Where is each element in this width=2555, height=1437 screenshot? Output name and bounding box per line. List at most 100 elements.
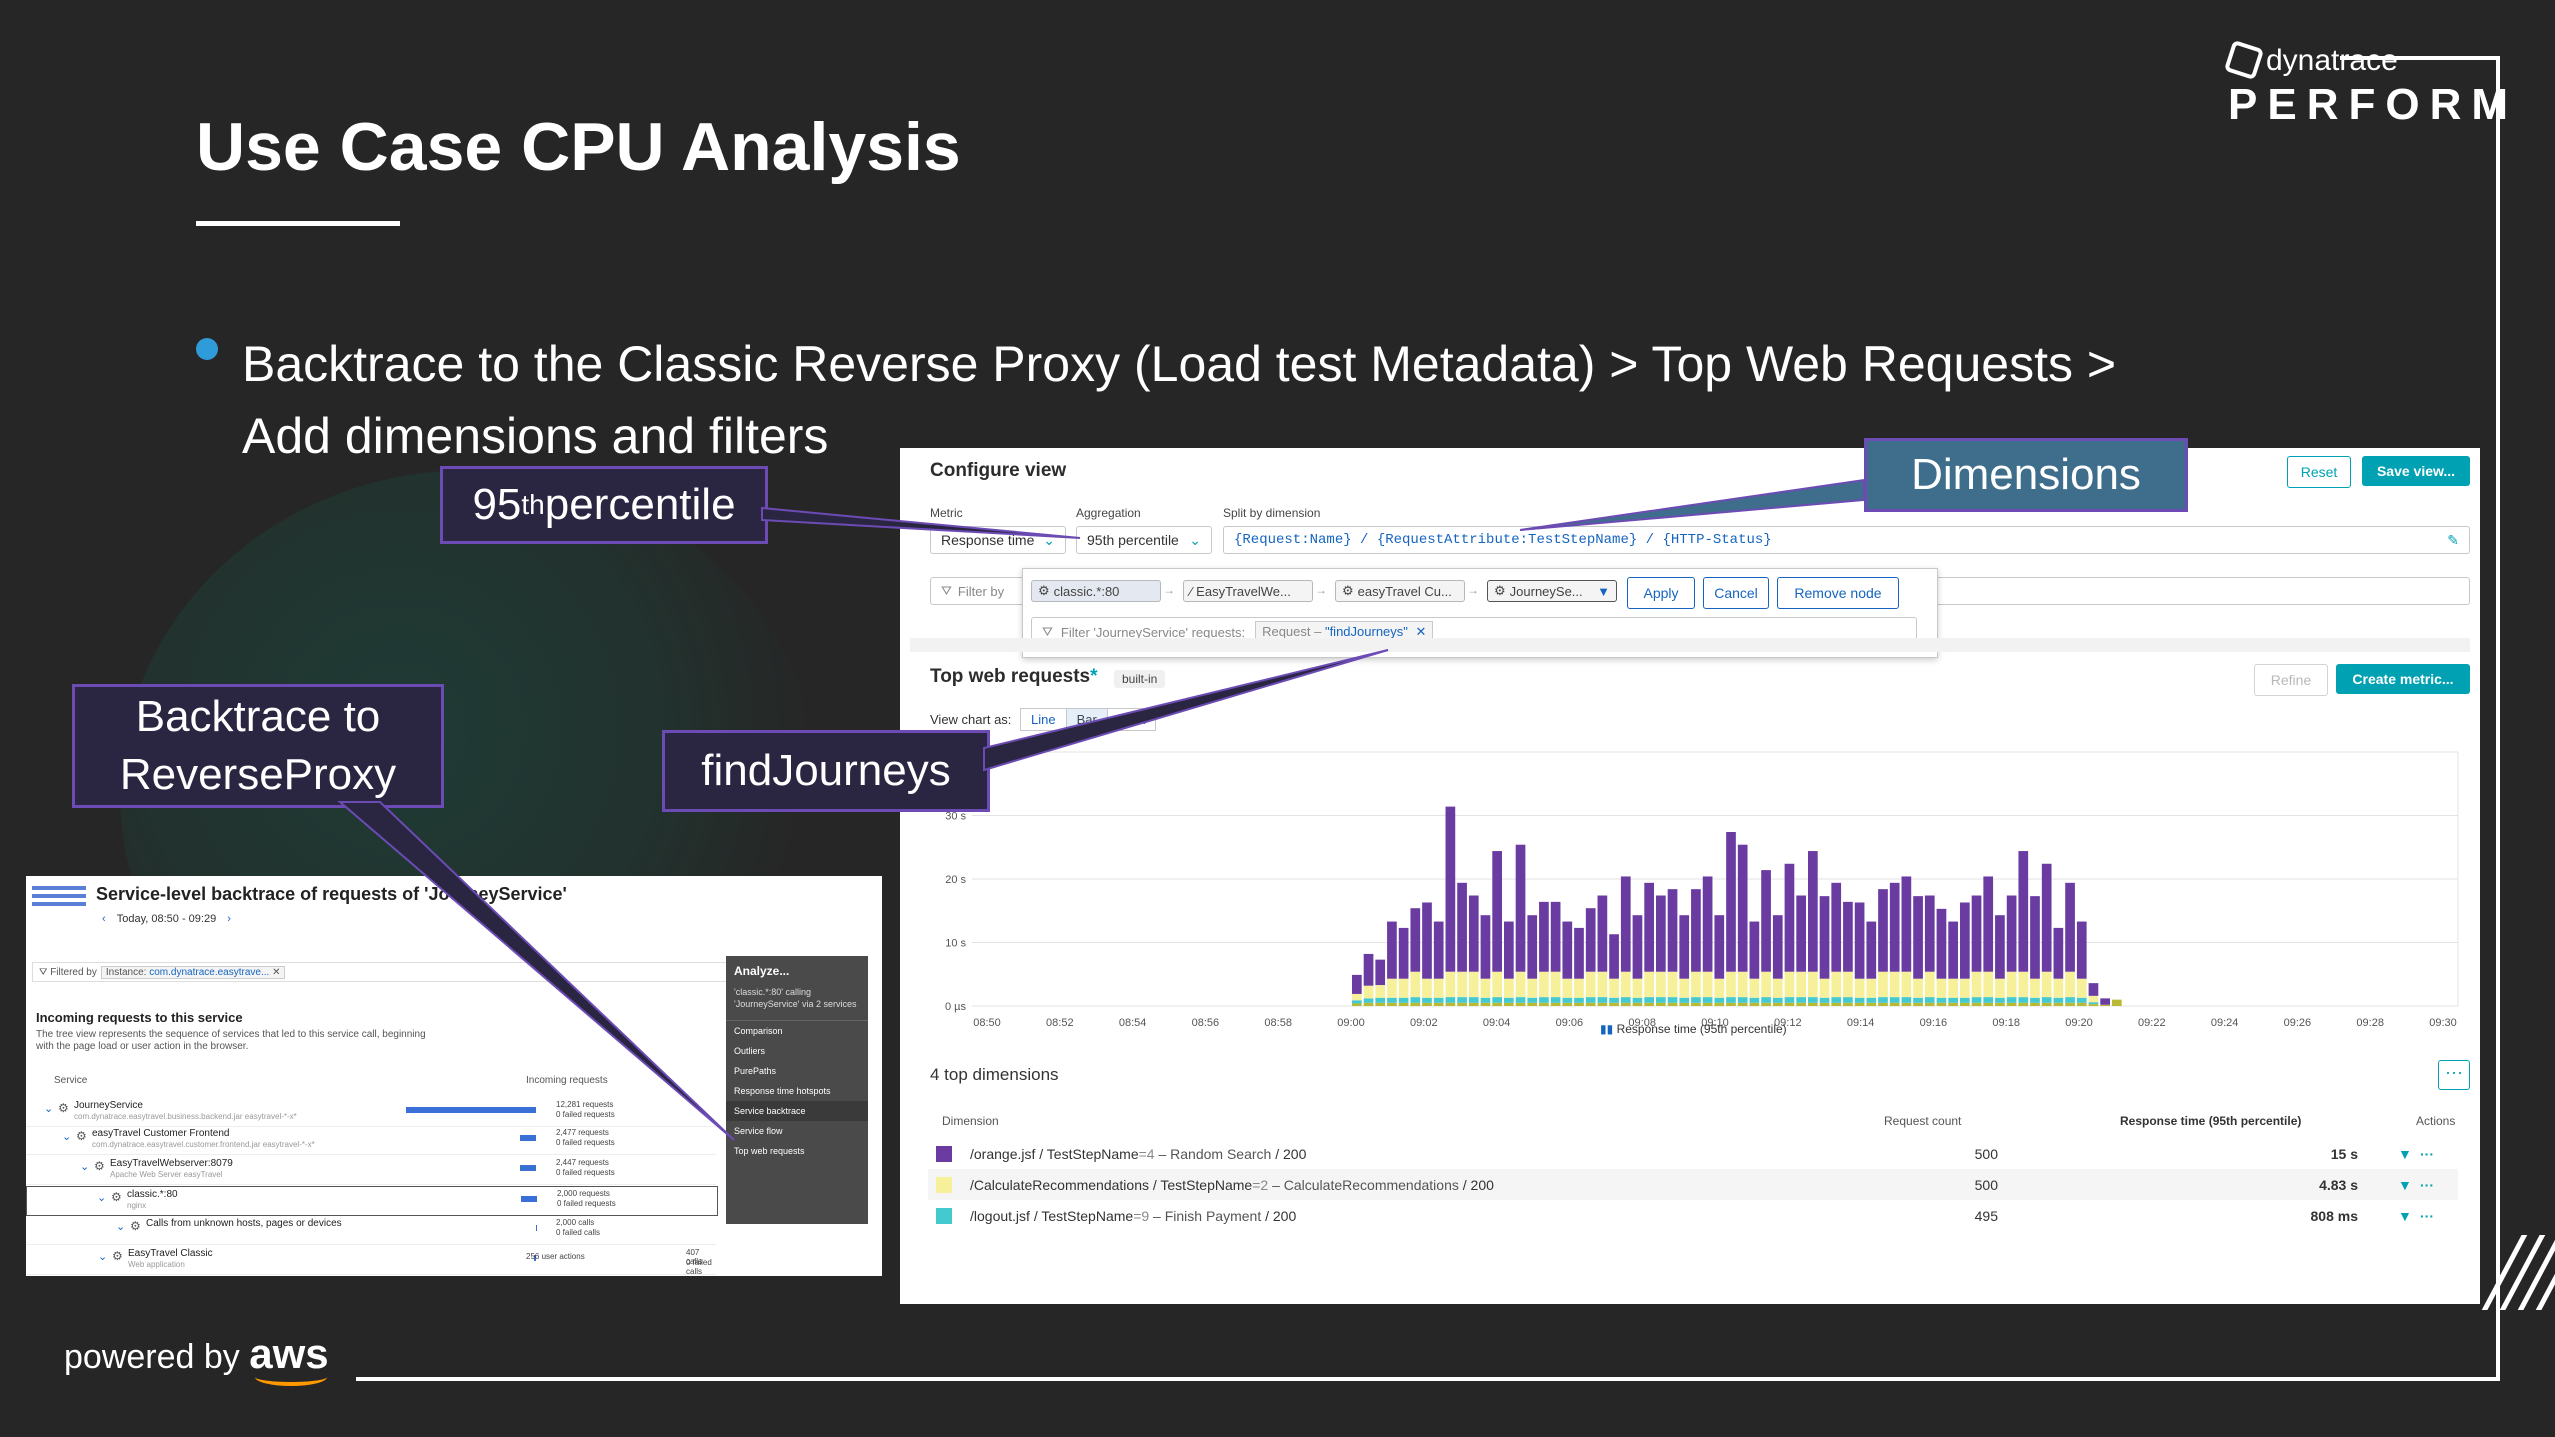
expand-icon[interactable]: ⌄ — [80, 1160, 89, 1173]
bar-segment[interactable] — [1959, 997, 1970, 1003]
bar-segment[interactable] — [1387, 997, 1397, 1003]
bar-segment[interactable] — [1433, 1002, 1444, 1006]
bar-segment[interactable] — [1948, 921, 1958, 979]
bar-segment[interactable] — [1959, 1002, 1970, 1006]
bar-segment[interactable] — [2100, 998, 2110, 1005]
dimension-row[interactable]: /orange.jsf / TestStepName=4 – Random Se… — [928, 1138, 2458, 1169]
bar-segment[interactable] — [1433, 978, 1444, 998]
bar-segment[interactable] — [2030, 896, 2040, 979]
backtrace-row[interactable]: ⌄ ⚙ easyTravel Customer Frontend com.dynatr… — [26, 1126, 716, 1155]
remove-chip-icon[interactable]: ✕ — [1416, 624, 1427, 639]
bar-segment[interactable] — [1492, 851, 1502, 972]
bar-segment[interactable] — [1831, 997, 1842, 1003]
bar-segment[interactable] — [1527, 1002, 1538, 1006]
bar-segment[interactable] — [1854, 978, 1865, 998]
bar-segment[interactable] — [1924, 997, 1935, 1003]
bar-segment[interactable] — [1492, 997, 1502, 1003]
bar-segment[interactable] — [1843, 997, 1853, 1003]
bar-segment[interactable] — [1749, 997, 1760, 1003]
more-action-icon[interactable]: ··· — [2420, 1146, 2434, 1162]
bar-segment[interactable] — [1585, 997, 1596, 1003]
menu-item[interactable]: Comparison — [726, 1020, 868, 1041]
bar-segment[interactable] — [1995, 978, 2005, 998]
bar-segment[interactable] — [1772, 1002, 1783, 1006]
bar-segment[interactable] — [1655, 895, 1666, 972]
backtrace-row[interactable]: ⌄ ⚙ EasyTravelWebserver:8079 Apache Web Ser… — [26, 1156, 716, 1185]
bar-segment[interactable] — [1971, 1002, 1982, 1006]
bar-segment[interactable] — [1492, 971, 1502, 998]
bar-segment[interactable] — [1878, 997, 1888, 1003]
bar-segment[interactable] — [1352, 1003, 1362, 1006]
bar-segment[interactable] — [1480, 915, 1491, 979]
bar-segment[interactable] — [1515, 971, 1526, 998]
bar-segment[interactable] — [1749, 978, 1760, 998]
bar-segment[interactable] — [1831, 971, 1842, 998]
bar-segment[interactable] — [1679, 978, 1690, 998]
bar-segment[interactable] — [1913, 896, 1923, 979]
bar-segment[interactable] — [1901, 876, 1912, 972]
reset-button[interactable]: Reset — [2287, 456, 2351, 488]
chevron-right-icon[interactable]: › — [227, 913, 231, 925]
bar-segment[interactable] — [1398, 978, 1409, 998]
bar-segment[interactable] — [2041, 971, 2052, 998]
bar-segment[interactable] — [1737, 844, 1748, 972]
bar-segment[interactable] — [1691, 971, 1701, 998]
bar-segment[interactable] — [1398, 1002, 1409, 1006]
bar-segment[interactable] — [1503, 978, 1514, 998]
bar-segment[interactable] — [1597, 997, 1608, 1003]
col-request-count[interactable]: Request count — [1884, 1114, 1961, 1128]
tab-line[interactable]: Line — [1020, 708, 1067, 731]
menu-item[interactable]: Response time hotspots — [726, 1081, 868, 1101]
bar-segment[interactable] — [2018, 971, 2029, 998]
bar-segment[interactable] — [1702, 876, 1713, 972]
bar-segment[interactable] — [1632, 997, 1643, 1003]
bar-segment[interactable] — [2018, 1002, 2029, 1006]
bar-segment[interactable] — [1702, 971, 1713, 998]
bar-segment[interactable] — [1562, 921, 1573, 979]
bar-segment[interactable] — [1539, 1002, 1549, 1006]
bar-segment[interactable] — [2006, 895, 2017, 972]
aggregation-select[interactable]: 95th percentile ⌄ — [1076, 526, 1212, 554]
bar-segment[interactable] — [2006, 1002, 2017, 1006]
bar-segment[interactable] — [1515, 997, 1526, 1003]
bar-segment[interactable] — [1819, 997, 1830, 1003]
bar-segment[interactable] — [1468, 971, 1479, 998]
bar-segment[interactable] — [1983, 876, 1994, 972]
bar-segment[interactable] — [1726, 997, 1736, 1003]
bar-segment[interactable] — [1457, 997, 1467, 1003]
bar-segment[interactable] — [1574, 997, 1584, 1003]
remove-node-button[interactable]: Remove node — [1777, 577, 1899, 609]
bar-segment[interactable] — [2030, 1002, 2040, 1006]
bar-segment[interactable] — [1387, 1002, 1397, 1006]
bar-segment[interactable] — [1375, 1002, 1386, 1006]
bar-segment[interactable] — [1375, 959, 1386, 986]
bar-segment[interactable] — [1819, 978, 1830, 998]
bar-segment[interactable] — [1585, 971, 1596, 998]
bar-segment[interactable] — [2065, 882, 2075, 972]
bar-segment[interactable] — [1866, 921, 1877, 979]
bar-segment[interactable] — [1503, 997, 1514, 1003]
bar-segment[interactable] — [1574, 927, 1584, 979]
bar-segment[interactable] — [1503, 921, 1514, 979]
bar-segment[interactable] — [1726, 832, 1736, 972]
bar-segment[interactable] — [1691, 1002, 1701, 1006]
bar-segment[interactable] — [1691, 889, 1701, 972]
bar-segment[interactable] — [1878, 889, 1888, 972]
bar-segment[interactable] — [1363, 985, 1374, 999]
bar-segment[interactable] — [1983, 997, 1994, 1003]
bar-segment[interactable] — [1667, 1002, 1678, 1006]
instance-filter-chip[interactable]: Instance: com.dynatrace.easytrave... ✕ — [100, 965, 286, 979]
bar-segment[interactable] — [1644, 1002, 1654, 1006]
expand-icon[interactable]: ⌄ — [44, 1102, 53, 1115]
bar-segment[interactable] — [1597, 971, 1608, 998]
bar-segment[interactable] — [2076, 997, 2087, 1003]
filter-node-webserver[interactable]: ⁄ EasyTravelWe... — [1183, 580, 1313, 602]
bar-segment[interactable] — [1878, 1002, 1888, 1006]
bar-segment[interactable] — [1655, 1002, 1666, 1006]
bar-segment[interactable] — [1410, 997, 1421, 1003]
bar-segment[interactable] — [1959, 902, 1970, 979]
bar-segment[interactable] — [1667, 889, 1678, 972]
cancel-button[interactable]: Cancel — [1703, 577, 1769, 609]
bar-segment[interactable] — [1410, 908, 1421, 972]
bar-segment[interactable] — [1702, 997, 1713, 1003]
